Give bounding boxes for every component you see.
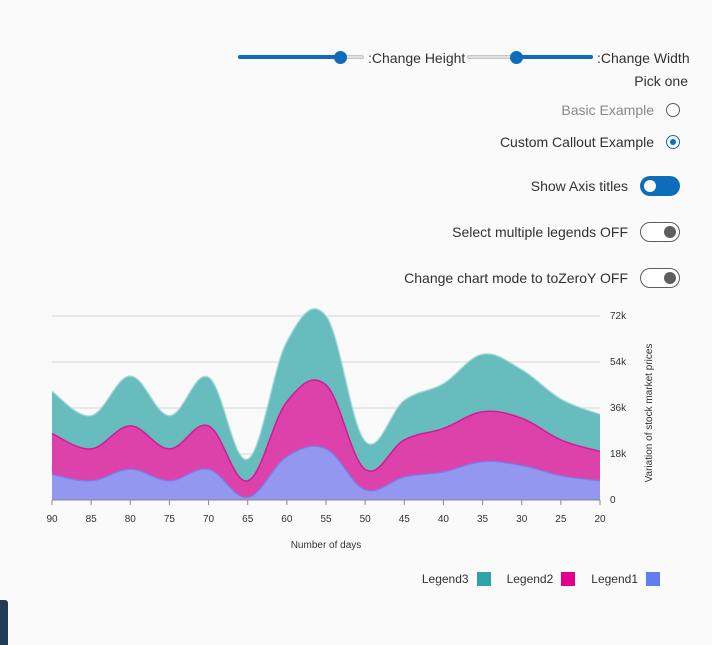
x-tick-label: 55 xyxy=(320,514,332,525)
legend-swatch xyxy=(561,572,576,586)
height-slider[interactable] xyxy=(238,51,364,65)
width-slider[interactable] xyxy=(467,51,593,65)
legend-item-legend1[interactable]: Legend1 xyxy=(591,572,660,586)
y-tick-label: 36k xyxy=(610,403,627,414)
toggle-chart-mode-label: Change chart mode to toZeroY OFF xyxy=(404,270,628,286)
x-tick-label: 45 xyxy=(399,514,411,525)
chart-legend: Legend3 Legend2 Legend1 xyxy=(422,572,660,586)
area-chart: 0 18k 36k 54k 72k 90 85 80 75 70 65 60 55 50 45 40 35 30 2… xyxy=(46,308,655,551)
toggle-row-multiple-legends: Select multiple legends OFF xyxy=(452,222,680,242)
legend-item-legend3[interactable]: Legend3 xyxy=(422,572,491,586)
x-tick-label: 35 xyxy=(477,514,489,525)
x-tick-label: 80 xyxy=(125,514,137,525)
x-tick-label: 85 xyxy=(86,514,98,525)
height-slider-thumb[interactable] xyxy=(334,51,348,64)
legend-label: Legend1 xyxy=(591,572,638,586)
toggle-knob xyxy=(664,226,676,238)
x-tick-label: 20 xyxy=(594,514,606,525)
x-axis-title: Number of days xyxy=(291,540,362,551)
toggle-multiple-legends[interactable] xyxy=(640,222,680,242)
toggle-row-axis-titles: Show Axis titles xyxy=(531,176,680,196)
height-slider-fill xyxy=(238,55,341,59)
y-axis-title: Variation of stock market prices xyxy=(644,344,655,483)
width-slider-thumb[interactable] xyxy=(509,51,523,64)
y-tick-label: 18k xyxy=(610,449,627,460)
toggle-chart-mode[interactable] xyxy=(640,268,680,288)
y-tick-label: 72k xyxy=(610,311,627,322)
legend-item-legend2[interactable]: Legend2 xyxy=(507,572,576,586)
width-slider-fill xyxy=(516,55,593,59)
toggle-axis-titles-label: Show Axis titles xyxy=(530,178,628,194)
radio-basic-example[interactable]: Basic Example xyxy=(561,102,680,118)
legend-label: Legend2 xyxy=(506,572,554,586)
legend-swatch xyxy=(476,572,491,586)
radio-basic-circle[interactable] xyxy=(666,103,680,117)
radio-custom-label: Custom Callout Example xyxy=(499,134,654,150)
height-slider-label: :Change Height xyxy=(368,50,466,66)
radio-basic-label: Basic Example xyxy=(561,102,654,118)
y-tick-label: 54k xyxy=(610,357,627,368)
x-tick-label: 40 xyxy=(438,514,450,525)
toggle-axis-titles[interactable] xyxy=(640,176,680,196)
pick-one-label: Pick one xyxy=(634,73,688,89)
legend-label: Legend3 xyxy=(421,572,469,586)
x-tick-label: 90 xyxy=(46,514,58,525)
toggle-knob xyxy=(664,272,676,284)
x-tick-label: 60 xyxy=(281,514,293,525)
x-tick-label: 50 xyxy=(360,514,372,525)
toggle-multiple-legends-label: Select multiple legends OFF xyxy=(452,224,628,240)
toggle-knob xyxy=(644,180,656,192)
x-tick-label: 25 xyxy=(555,514,567,525)
y-tick-label: 0 xyxy=(610,495,616,506)
side-panel-tab[interactable] xyxy=(0,600,8,645)
x-tick-label: 65 xyxy=(242,514,254,525)
radio-custom-circle[interactable] xyxy=(666,135,680,149)
radio-custom-callout[interactable]: Custom Callout Example xyxy=(500,134,680,150)
legend-swatch xyxy=(646,572,660,586)
width-slider-label: :Change Width xyxy=(597,50,690,66)
toggle-row-chart-mode: Change chart mode to toZeroY OFF xyxy=(404,268,680,288)
x-tick-label: 75 xyxy=(164,514,176,525)
x-tick-label: 70 xyxy=(203,514,215,525)
x-tick-label: 30 xyxy=(516,514,528,525)
